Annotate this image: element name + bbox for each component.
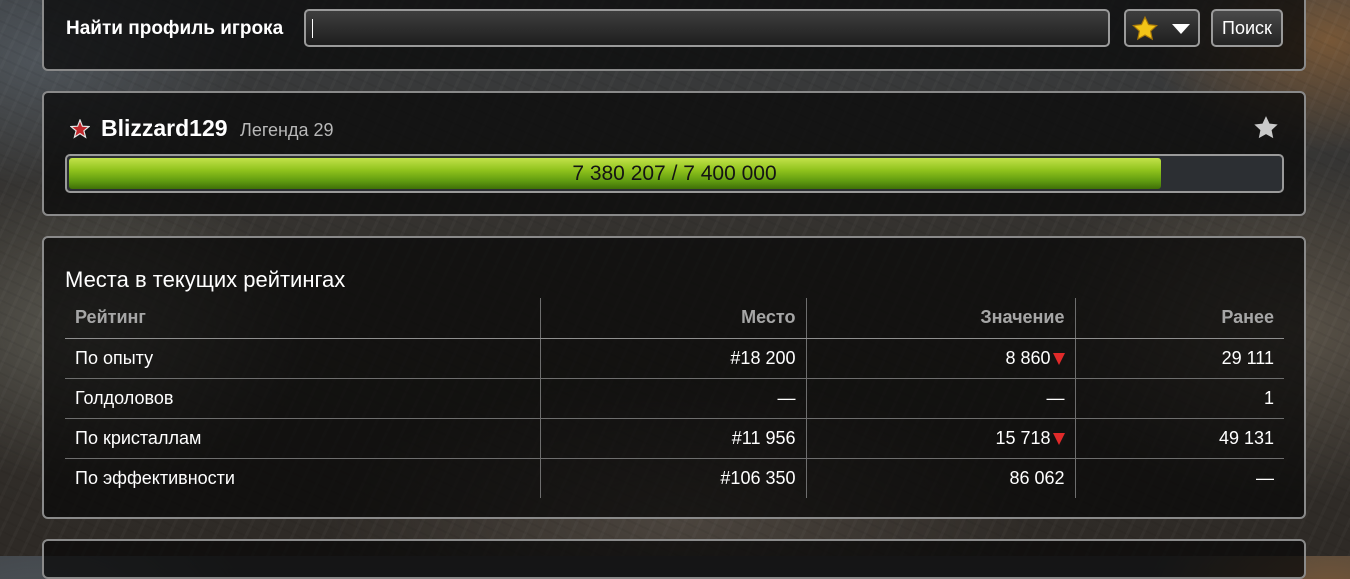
table-row: По кристаллам #11 956 15 718 49 131 <box>65 418 1284 459</box>
rating-previous: 49 131 <box>1074 418 1284 459</box>
column-header-place: Место <box>539 298 806 339</box>
search-label: Найти профиль игрока <box>66 18 284 39</box>
rating-name: По опыту <box>65 338 540 379</box>
text-caret <box>312 19 313 38</box>
down-triangle-icon <box>1052 432 1065 445</box>
rating-value: 15 718 <box>995 427 1051 448</box>
rating-place: #11 956 <box>539 418 806 459</box>
rating-value-cell: 86 062 <box>805 458 1075 498</box>
rating-value: — <box>1046 387 1065 408</box>
ratings-table: Рейтинг Место Значение Ранее По опыту #1… <box>65 298 1284 498</box>
column-header-value: Значение <box>805 298 1075 339</box>
rank-insignia-icon <box>70 119 90 139</box>
star-icon <box>1132 15 1158 41</box>
next-panel <box>42 539 1306 579</box>
rating-place: — <box>539 378 806 419</box>
experience-progress-text: 7 380 207 / 7 400 000 <box>572 162 777 185</box>
table-header-row: Рейтинг Место Значение Ранее <box>65 298 1284 339</box>
table-row: Голдоловов — — 1 <box>65 378 1284 419</box>
table-row: По опыту #18 200 8 860 29 111 <box>65 338 1284 379</box>
search-button[interactable]: Поиск <box>1211 9 1283 47</box>
player-name: Blizzard129 <box>101 115 228 141</box>
experience-progress-bar: 7 380 207 / 7 400 000 <box>65 154 1284 193</box>
rating-name: По эффективности <box>75 467 235 488</box>
rating-previous: — <box>1074 458 1284 498</box>
column-header-previous: Ранее <box>1074 298 1284 339</box>
down-triangle-icon <box>1052 352 1065 365</box>
rating-name: По кристаллам <box>65 418 540 459</box>
player-rank: Легенда 29 <box>240 120 334 140</box>
favorites-dropdown[interactable] <box>1124 9 1200 47</box>
rating-value: 86 062 <box>1009 467 1065 488</box>
search-input[interactable] <box>304 9 1110 47</box>
column-header-rating: Рейтинг <box>65 298 540 339</box>
rating-value-cell: 15 718 <box>805 418 1075 459</box>
star-icon[interactable] <box>1252 114 1280 142</box>
player-profile-panel: Blizzard129 Легенда 29 7 380 207 / 7 400… <box>42 91 1306 216</box>
rating-name: Голдоловов <box>65 378 540 419</box>
ratings-title: Места в текущих рейтингах <box>65 267 346 292</box>
chevron-down-icon <box>1172 24 1190 34</box>
rating-previous: 1 <box>1074 378 1284 419</box>
ratings-panel: Места в текущих рейтингах Рейтинг Место … <box>42 236 1306 519</box>
rating-place: #18 200 <box>539 338 806 379</box>
rating-place: #106 350 <box>539 458 806 498</box>
rating-value-cell: 8 860 <box>805 338 1075 379</box>
rating-previous: 29 111 <box>1074 338 1284 379</box>
rating-value: 8 860 <box>1005 347 1051 368</box>
rating-value-cell: — <box>805 378 1075 419</box>
table-row: По эффективности #106 350 86 062 — <box>65 458 1284 498</box>
search-panel: Найти профиль игрока Поиск <box>42 0 1306 71</box>
